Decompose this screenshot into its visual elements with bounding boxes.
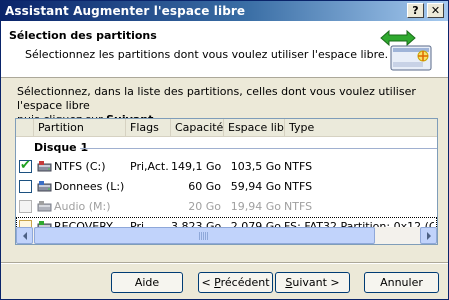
partition-checkbox[interactable] [19, 158, 32, 173]
partition-type: NTFS [284, 160, 313, 173]
partition-row[interactable]: Donnees (L:) 60 Go 59,94 Go NTFS [16, 177, 437, 197]
previous-label-rest: récédent [220, 276, 270, 289]
partition-capacity: 60 Go [188, 180, 221, 193]
close-button[interactable]: ✕ [427, 3, 444, 18]
partition-checkbox [19, 200, 32, 213]
column-header-capacity[interactable]: Capacité [171, 119, 224, 137]
arrow-left-icon [23, 232, 27, 240]
window-title: Assistant Augmenter l'espace libre [5, 4, 246, 18]
list-header: Partition Flags Capacité Espace libre Ty… [16, 119, 437, 137]
page-title: Sélection des partitions [9, 29, 157, 42]
partition-type: NTFS [284, 200, 313, 213]
partition-row: Audio (M:) 20 Go 19,94 Go NTFS [16, 197, 437, 217]
column-header-free-space[interactable]: Espace libre [224, 119, 285, 137]
instructions-line-1: Sélectionnez, dans la liste des partitio… [17, 85, 416, 112]
arrow-right-icon [427, 232, 431, 240]
partition-name: Audio (M:) [54, 200, 111, 213]
partition-free-space: 59,94 Go [230, 180, 281, 193]
partition-capacity: 20 Go [188, 200, 221, 213]
scroll-right-button[interactable] [420, 227, 437, 244]
column-header-type[interactable]: Type [285, 119, 437, 137]
partition-name: Donnees (L:) [54, 180, 125, 193]
partition-name: NTFS (C:) [54, 160, 106, 173]
next-button[interactable]: Suivant > [275, 272, 350, 293]
help-button[interactable]: Aide [111, 272, 183, 293]
drive-icon [37, 181, 52, 192]
horizontal-scrollbar[interactable] [16, 227, 437, 244]
footer-divider [1, 262, 448, 264]
partition-type: NTFS [284, 180, 313, 193]
cancel-button[interactable]: Annuler [364, 272, 439, 293]
scroll-thumb[interactable] [34, 227, 375, 244]
page-subtitle: Sélectionnez les partitions dont vous vo… [25, 48, 389, 61]
wizard-header: Sélection des partitions Sélectionnez le… [1, 21, 448, 78]
partition-free-space: 19,94 Go [230, 200, 281, 213]
help-title-button[interactable]: ? [407, 3, 424, 18]
partition-free-space: 103,5 Go [230, 160, 281, 173]
drive-icon [37, 161, 52, 172]
partition-flags: Pri,Act. [130, 160, 169, 173]
next-label-rest: uivant > [292, 276, 340, 289]
partition-capacity: 149,1 Go [171, 160, 221, 173]
wizard-window: Assistant Augmenter l'espace libre ? ✕ S… [0, 0, 449, 300]
partition-row[interactable]: NTFS (C:) Pri,Act. 149,1 Go 103,5 Go NTF… [16, 157, 437, 177]
grip-icon [199, 232, 208, 240]
previous-button[interactable]: < Précédent [198, 272, 273, 293]
drive-icon [37, 201, 52, 212]
group-divider [80, 148, 437, 149]
title-bar[interactable]: Assistant Augmenter l'espace libre ? ✕ [1, 1, 448, 21]
column-header-partition[interactable]: Partition [34, 119, 126, 137]
partition-list[interactable]: Partition Flags Capacité Espace libre Ty… [15, 118, 438, 245]
scroll-left-button[interactable] [16, 227, 33, 244]
partition-checkbox[interactable] [19, 180, 32, 193]
column-header-flags[interactable]: Flags [126, 119, 171, 137]
previous-label-prefix: < [201, 276, 215, 289]
resize-partition-icon [380, 29, 432, 71]
column-header-check[interactable] [16, 119, 34, 137]
